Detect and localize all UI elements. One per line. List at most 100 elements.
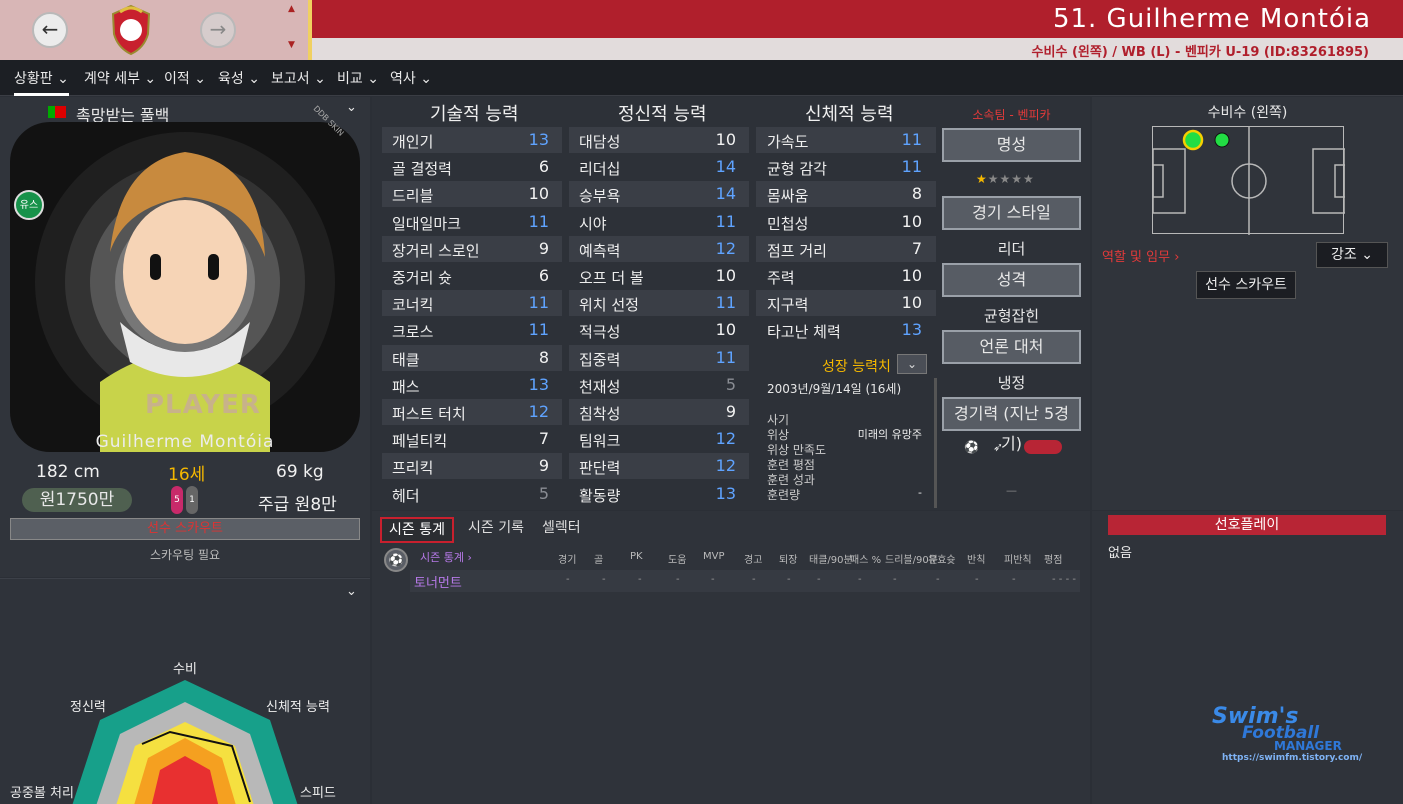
attribute-name[interactable]: 점프 거리	[767, 240, 827, 261]
stats-column-header[interactable]: 태클/90분	[809, 551, 853, 566]
stats-column-header[interactable]: MVP	[703, 551, 725, 562]
attribute-name[interactable]: 타고난 체력	[767, 321, 841, 342]
attribute-name[interactable]: 집중력	[579, 349, 620, 370]
attribute-name[interactable]: 승부욕	[579, 185, 620, 206]
stats-column-header[interactable]: 경기	[558, 551, 576, 566]
stats-column-header[interactable]: 퇴장	[779, 551, 797, 566]
attribute-name[interactable]: 시야	[579, 213, 607, 234]
profile-collapse-icon[interactable]: ⌄	[346, 100, 357, 115]
attribute-name[interactable]: 활동량	[579, 485, 620, 506]
attribute-name[interactable]: 퍼스트 터치	[392, 403, 466, 424]
attribute-name[interactable]: 침착성	[579, 403, 620, 424]
attribute-value: 6	[538, 266, 549, 285]
stats-cell: -	[676, 574, 680, 585]
stats-column-header[interactable]: 경고	[744, 551, 762, 566]
attribute-value: 9	[538, 456, 549, 476]
attribute-name[interactable]: 골 결정력	[392, 158, 452, 179]
attribute-name[interactable]: 코너킥	[392, 294, 433, 315]
attribute-name[interactable]: 헤더	[392, 485, 420, 506]
menu-contract[interactable]: 계약 세부 ⌄	[84, 68, 156, 88]
stats-cell: -	[787, 574, 791, 585]
stats-cell: -	[711, 574, 715, 585]
attribute-value: 9	[725, 402, 736, 421]
row-label[interactable]: 토너먼트	[414, 572, 462, 591]
expand-down-icon[interactable]: ▼	[288, 40, 295, 50]
attribute-name[interactable]: 가속도	[767, 131, 808, 152]
attribute-name[interactable]: 프리킥	[392, 457, 433, 478]
attribute-name[interactable]: 적극성	[579, 321, 620, 342]
attribute-name[interactable]: 페널티킥	[392, 430, 447, 451]
radar-label-speed: 스피드	[300, 786, 336, 801]
attribute-value: 12	[715, 429, 736, 449]
stats-column-header[interactable]: 골	[594, 551, 603, 566]
stats-column-header[interactable]: 패스 %	[850, 551, 881, 566]
tab-selector[interactable]: 셀렉터	[542, 517, 581, 537]
roles-duties-link[interactable]: 역할 및 임무 ›	[1102, 246, 1179, 265]
attribute-name[interactable]: 오프 더 볼	[579, 267, 644, 288]
attribute-name[interactable]: 판단력	[579, 457, 620, 478]
forward-button[interactable]: →	[200, 12, 236, 48]
stats-column-header[interactable]: 평점	[1044, 551, 1062, 566]
attribute-value: 7	[911, 238, 922, 258]
attribute-name[interactable]: 일대일마크	[392, 213, 461, 234]
growth-scrollbar[interactable]	[934, 378, 937, 508]
attribute-name[interactable]: 위치 선정	[579, 294, 639, 315]
growth-dropdown-icon[interactable]: ⌄	[897, 354, 927, 374]
attribute-name[interactable]: 패스	[392, 376, 420, 397]
attribute-name[interactable]: 몸싸움	[767, 185, 808, 206]
attribute-value: 6	[538, 157, 549, 177]
form-value: —	[1006, 484, 1017, 497]
tab-season-stats[interactable]: 시즌 통계	[380, 517, 454, 543]
table-row[interactable]	[410, 570, 1080, 592]
menu-history[interactable]: 역사 ⌄	[390, 68, 432, 88]
collapse-up-icon[interactable]: ▲	[288, 4, 295, 14]
back-button[interactable]: ←	[32, 12, 68, 48]
radar-collapse-icon[interactable]: ⌄	[346, 584, 357, 599]
scout-player-button[interactable]: 선수 스카우트	[1196, 271, 1296, 299]
media-handling-button[interactable]: 언론 대처	[942, 330, 1081, 364]
form-button[interactable]: 경기력 (지난 5경기)	[942, 397, 1081, 453]
left-foot-indicator: 5	[171, 486, 183, 514]
season-stats-link[interactable]: 시즌 통계 ›	[420, 549, 472, 565]
attribute-value: 11	[528, 293, 549, 313]
attribute-name[interactable]: 태클	[392, 349, 420, 370]
attribute-name[interactable]: 리더십	[579, 158, 620, 179]
menu-development[interactable]: 육성 ⌄	[218, 68, 260, 88]
attribute-name[interactable]: 지구력	[767, 294, 808, 315]
stats-column-header[interactable]: 도움	[668, 551, 686, 566]
attribute-name[interactable]: 예측력	[579, 240, 620, 261]
attribute-name[interactable]: 천재성	[579, 376, 620, 397]
personality-button[interactable]: 성격	[942, 263, 1081, 297]
stats-column-header[interactable]: 피반칙	[1004, 551, 1032, 566]
right-foot-indicator: 1	[186, 486, 198, 514]
attribute-name[interactable]: 주력	[767, 267, 795, 288]
play-style-button[interactable]: 경기 스타일	[942, 196, 1081, 230]
top-menu: 상황판 ⌄ 계약 세부 ⌄ 이적 ⌄ 육성 ⌄ 보고서 ⌄ 비교 ⌄ 역사 ⌄	[0, 60, 1403, 96]
attribute-value: 13	[715, 483, 736, 503]
scout-note: 스카우팅 필요	[149, 548, 221, 562]
menu-reports[interactable]: 보고서 ⌄	[271, 68, 326, 88]
attribute-value: 12	[528, 402, 549, 421]
highlight-dropdown[interactable]: 강조 ⌄	[1316, 242, 1388, 268]
attribute-name[interactable]: 장거리 스로인	[392, 240, 480, 261]
scout-player-bar[interactable]: 선수 스카우트	[10, 518, 360, 540]
site-watermark-logo: Swim's Football MANAGER https://swimfm.t…	[1212, 704, 1362, 763]
attribute-name[interactable]: 대담성	[579, 131, 620, 152]
menu-overview[interactable]: 상황판 ⌄	[14, 68, 69, 96]
menu-compare[interactable]: 비교 ⌄	[337, 68, 379, 88]
personality-value: 균형잡힌	[983, 307, 1040, 325]
attribute-name[interactable]: 균형 감각	[767, 158, 827, 179]
attribute-name[interactable]: 크로스	[392, 321, 433, 342]
attribute-name[interactable]: 중거리 슛	[392, 267, 452, 288]
attribute-name[interactable]: 개인기	[392, 131, 433, 152]
stats-column-header[interactable]: 유효슛	[928, 551, 956, 566]
attribute-name[interactable]: 드리블	[392, 185, 433, 206]
stats-column-header[interactable]: PK	[630, 551, 643, 562]
tab-season-record[interactable]: 시즌 기록	[468, 517, 524, 537]
reputation-button[interactable]: 명성	[942, 128, 1081, 162]
stats-column-header[interactable]: 반칙	[967, 551, 985, 566]
attribute-name[interactable]: 팀워크	[579, 430, 620, 451]
stats-cell: -	[1012, 574, 1016, 585]
attribute-name[interactable]: 민첩성	[767, 213, 808, 234]
menu-transfer[interactable]: 이적 ⌄	[164, 68, 206, 88]
